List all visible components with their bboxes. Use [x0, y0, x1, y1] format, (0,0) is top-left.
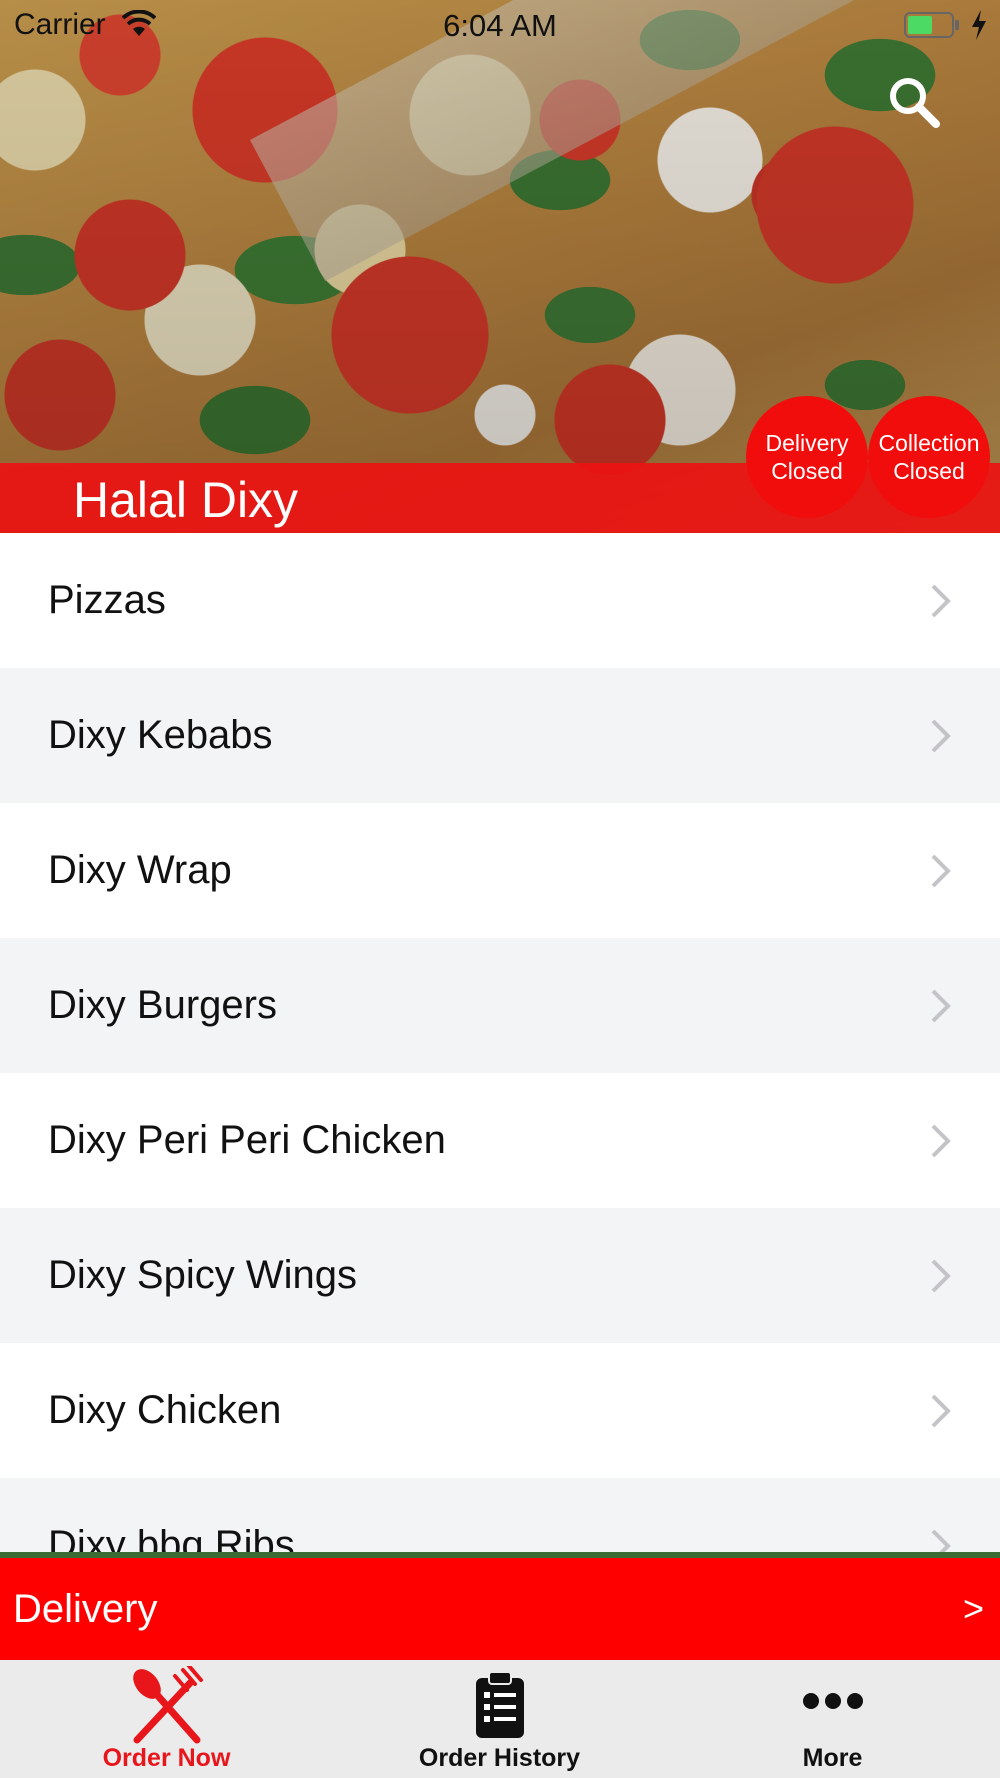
restaurant-name: Halal Dixy: [73, 472, 299, 528]
delivery-status-line1: Delivery: [765, 430, 849, 456]
delivery-arrow: >: [962, 1588, 984, 1629]
status-bar: Carrier 6:04 AM: [0, 0, 1000, 50]
menu-item-dixy-chicken[interactable]: Dixy Chicken: [0, 1343, 1000, 1478]
chevron-right-icon: [931, 1529, 951, 1555]
menu-item-label: Pizzas: [48, 578, 166, 622]
chevron-right-icon: [931, 719, 951, 753]
tab-more[interactable]: More: [666, 1660, 999, 1778]
delivery-mode-bar[interactable]: Delivery >: [0, 1558, 1000, 1660]
menu-category-list[interactable]: Pizzas Dixy Kebabs Dixy Wrap Dixy Burger…: [0, 533, 1000, 1555]
delivery-status-badge: Delivery Closed: [746, 396, 868, 518]
menu-item-label: Dixy Chicken: [48, 1388, 282, 1432]
tab-label: Order History: [418, 1744, 581, 1772]
chevron-right-icon: [931, 1124, 951, 1158]
chevron-right-icon: [931, 989, 951, 1023]
tab-order-now[interactable]: Order Now: [0, 1660, 333, 1778]
menu-item-dixy-bbq-ribs[interactable]: Dixy bbq Ribs: [0, 1478, 1000, 1555]
tab-label: More: [802, 1744, 863, 1772]
menu-item-label: Dixy Burgers: [48, 983, 277, 1027]
bottom-tab-bar: Order Now Order History More: [0, 1660, 1000, 1778]
clipboard-list-icon: [475, 1671, 524, 1738]
fork-knife-icon: [132, 1666, 203, 1744]
battery-icon: [904, 12, 959, 38]
menu-item-dixy-peri-peri-chicken[interactable]: Dixy Peri Peri Chicken: [0, 1073, 1000, 1208]
delivery-status-line2: Closed: [771, 458, 843, 484]
menu-item-label: Dixy Peri Peri Chicken: [48, 1118, 446, 1162]
menu-item-dixy-kebabs[interactable]: Dixy Kebabs: [0, 668, 1000, 803]
collection-status-badge: Collection Closed: [868, 396, 990, 518]
menu-item-label: Dixy Spicy Wings: [48, 1253, 357, 1297]
clock-time: 6:04 AM: [443, 8, 557, 43]
menu-item-dixy-spicy-wings[interactable]: Dixy Spicy Wings: [0, 1208, 1000, 1343]
delivery-mode-label: Delivery: [13, 1587, 158, 1631]
chevron-right-icon: [931, 854, 951, 888]
tab-label: Order Now: [102, 1744, 231, 1772]
chevron-right-icon: [931, 1394, 951, 1428]
charging-bolt-icon: [972, 10, 986, 40]
menu-item-label: Dixy Kebabs: [48, 713, 273, 757]
chevron-right-icon: [931, 584, 951, 618]
chevron-right-icon: [931, 1259, 951, 1293]
more-dots-icon: [802, 1693, 863, 1709]
menu-item-label: Dixy bbq Ribs: [48, 1523, 295, 1555]
collection-status-line1: Collection: [878, 430, 980, 456]
tab-order-history[interactable]: Order History: [333, 1660, 666, 1778]
menu-item-pizzas[interactable]: Pizzas: [0, 533, 1000, 668]
menu-item-dixy-wrap[interactable]: Dixy Wrap: [0, 803, 1000, 938]
search-icon[interactable]: [886, 74, 942, 130]
collection-status-line2: Closed: [893, 458, 965, 484]
menu-item-label: Dixy Wrap: [48, 848, 232, 892]
menu-item-dixy-burgers[interactable]: Dixy Burgers: [0, 938, 1000, 1073]
